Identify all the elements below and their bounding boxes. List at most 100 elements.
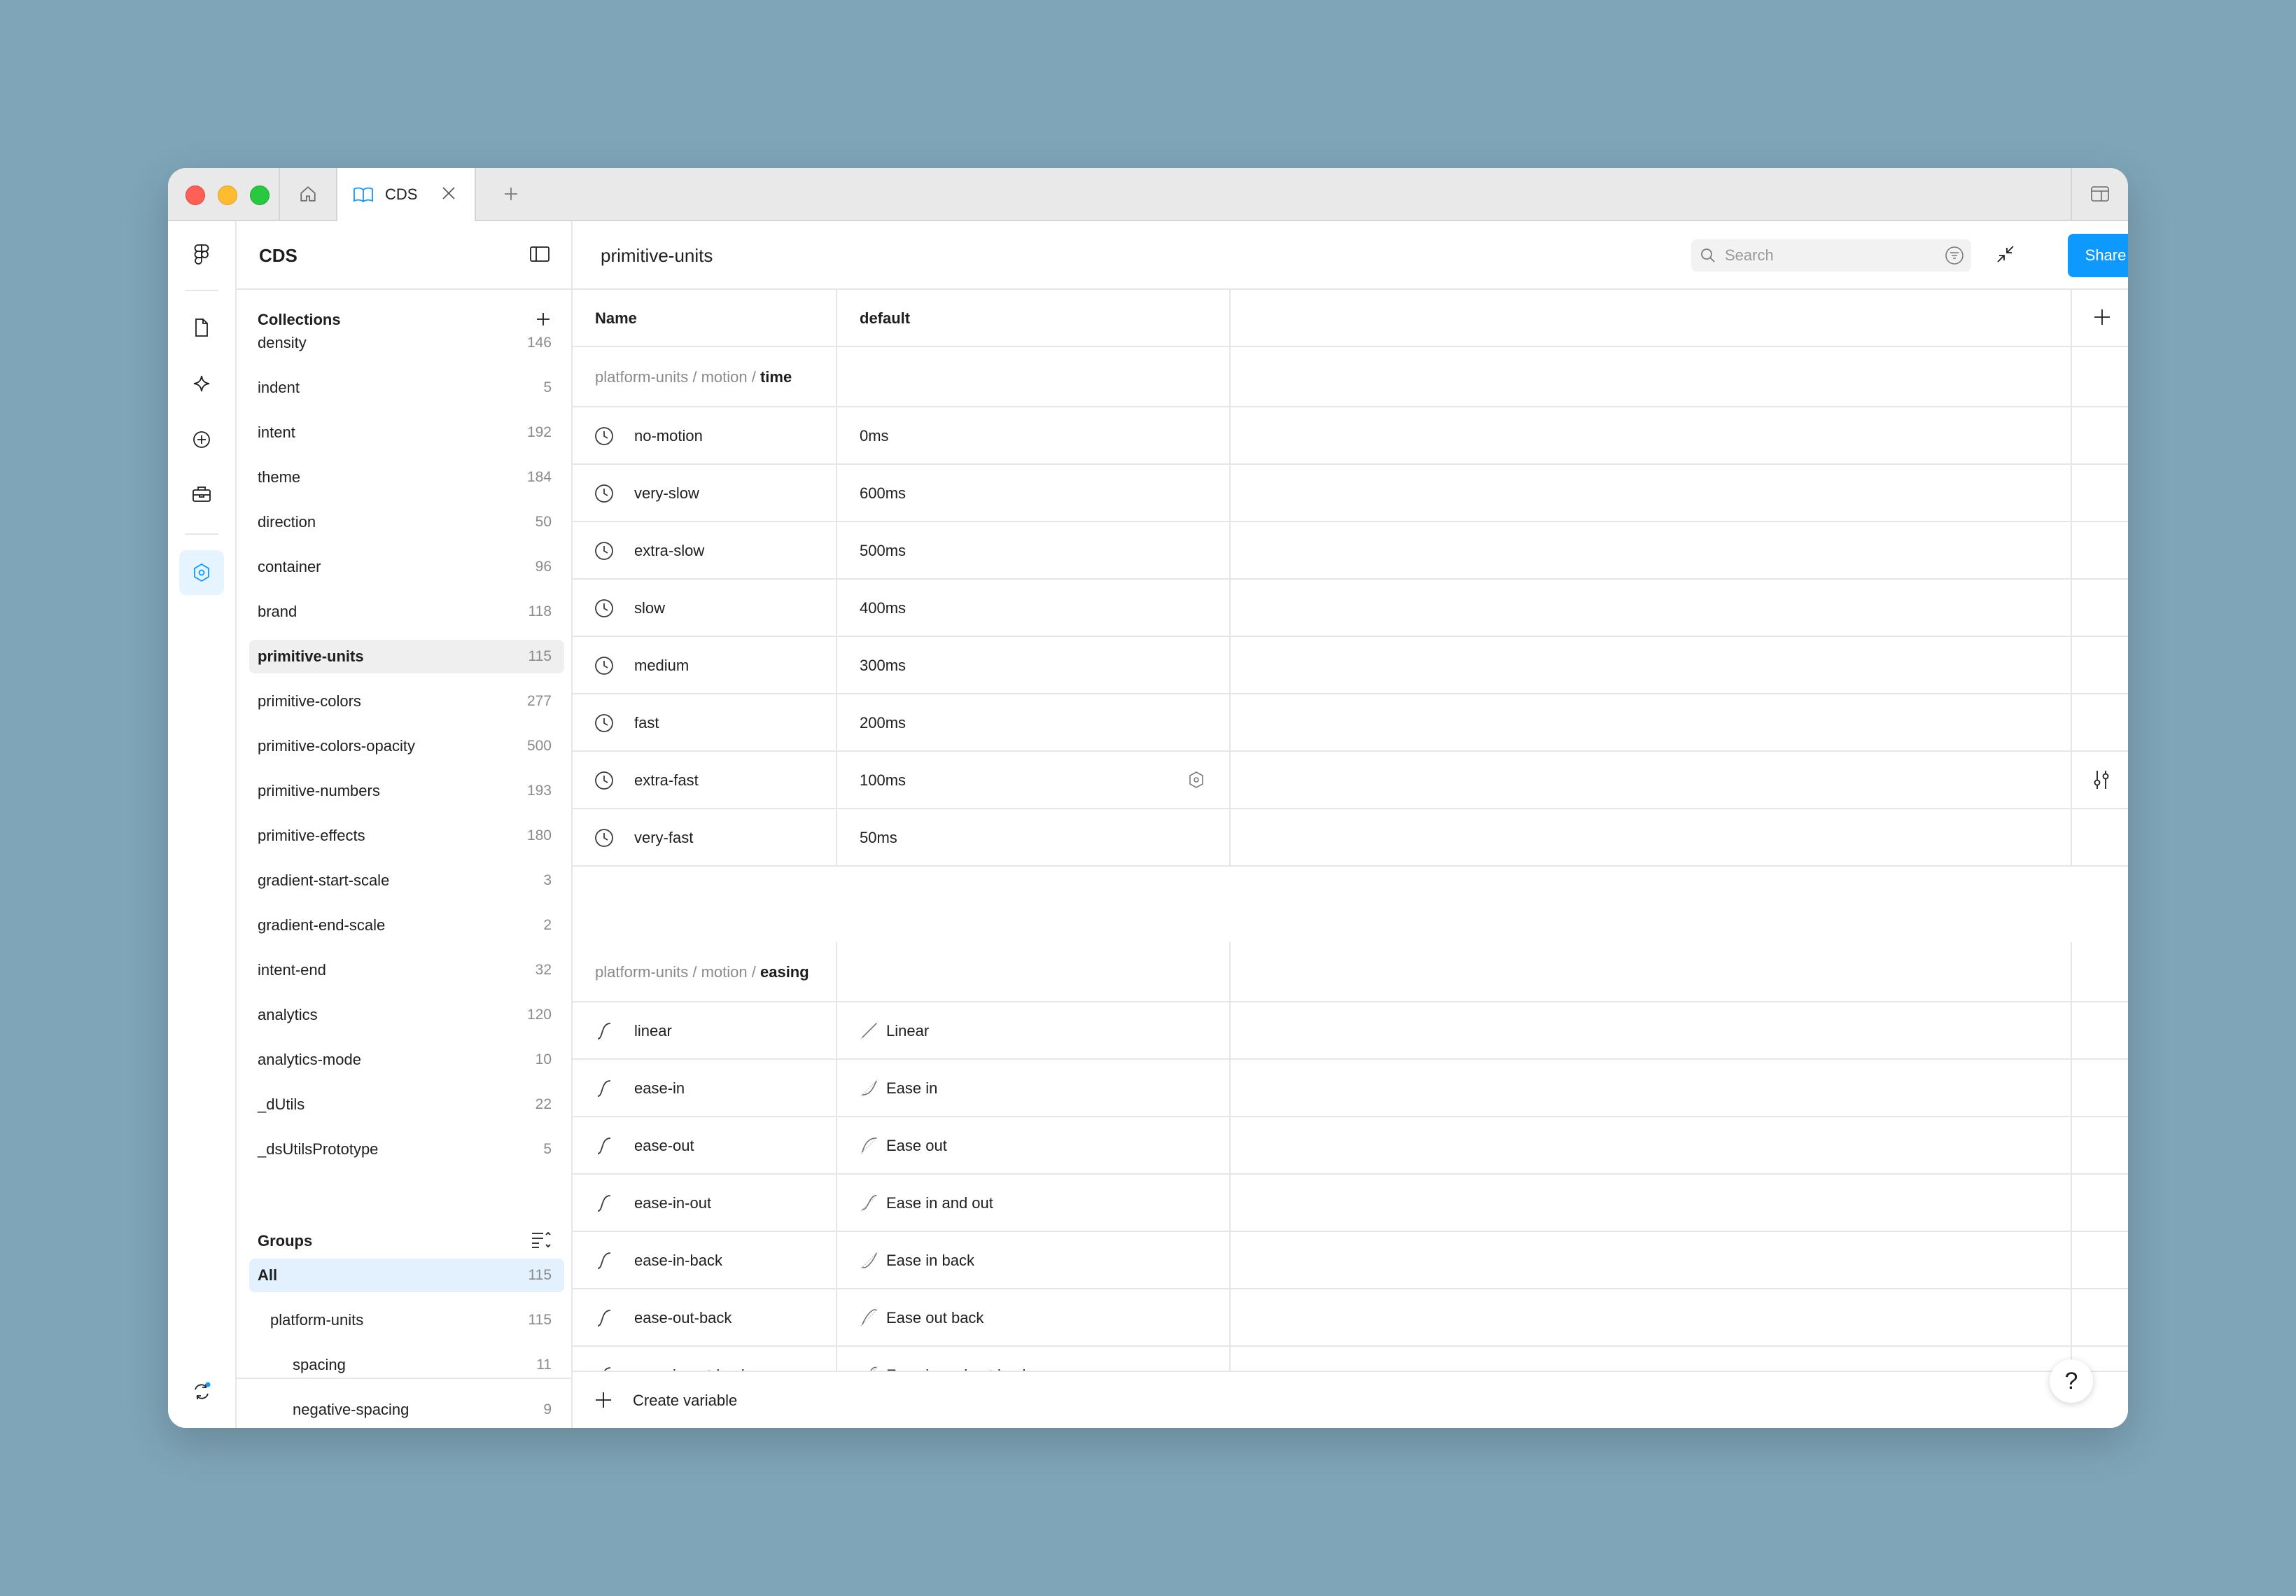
collection-item[interactable]: brand 118 [249,595,564,629]
variable-value[interactable]: 300ms [860,657,906,675]
table-row[interactable]: extra-slow 500ms [573,522,2128,580]
table-row[interactable]: very-fast 50ms [573,809,2128,867]
collection-item[interactable]: density 146 [249,326,564,360]
collection-count: 115 [528,648,552,664]
add-button[interactable] [179,417,224,462]
table-row[interactable]: medium 300ms [573,637,2128,694]
column-default-header[interactable]: default [860,309,910,328]
table-row[interactable]: linear Linear [573,1002,2128,1060]
collection-count: 192 [526,424,552,440]
table-row[interactable]: slow 400ms [573,580,2128,637]
sync-button[interactable] [179,1369,224,1414]
table-row[interactable]: ease-in-back Ease in back [573,1232,2128,1289]
variable-value[interactable]: Ease in back [886,1252,974,1270]
collapse-icon[interactable] [1994,242,2017,266]
variable-value[interactable]: 100ms [860,771,906,790]
table-row[interactable]: ease-out-back Ease out back [573,1289,2128,1347]
create-variable-button[interactable]: Create variable [633,1392,737,1410]
table-row-hovered[interactable]: extra-fast 100ms [573,752,2128,809]
collection-item[interactable]: direction 50 [249,505,564,539]
create-variable-bar[interactable]: Create variable [573,1371,2128,1428]
collection-item[interactable]: primitive-colors-opacity 500 [249,729,564,763]
collection-item[interactable]: gradient-start-scale 3 [249,864,564,897]
file-button[interactable] [179,305,224,350]
easing-curve-icon [597,1138,611,1154]
collection-count: 180 [526,827,552,844]
variable-name: fast [634,714,659,732]
title-bar: CDS [168,168,2128,221]
variable-name: ease-in-out [634,1194,712,1212]
collection-item[interactable]: primitive-effects 180 [249,819,564,853]
collection-count: 5 [543,379,552,396]
table-row[interactable]: fast 200ms [573,694,2128,752]
variables-button[interactable] [179,550,224,595]
collection-item[interactable]: intent 192 [249,416,564,449]
variable-value[interactable]: Ease in [886,1079,937,1098]
collection-item[interactable]: indent 5 [249,371,564,405]
minimize-window-button[interactable] [218,186,237,205]
variable-value[interactable]: 0ms [860,427,889,445]
collection-count: 146 [526,335,552,351]
table-row[interactable]: ease-out Ease out [573,1117,2128,1175]
collection-item[interactable]: analytics 120 [249,998,564,1032]
group-item[interactable]: platform-units 115 [249,1303,564,1337]
group-item[interactable]: negative-spacing 9 [249,1393,564,1427]
add-mode-icon[interactable] [2092,307,2113,328]
variable-value[interactable]: 500ms [860,542,906,560]
collection-item[interactable]: theme 184 [249,461,564,494]
search-box[interactable] [1691,239,1971,272]
variable-value[interactable]: 50ms [860,829,897,847]
search-input[interactable] [1723,246,1922,265]
collection-item-selected[interactable]: primitive-units 115 [249,640,564,673]
tab-cds[interactable]: CDS [337,168,475,221]
close-icon[interactable] [441,186,456,201]
add-collection-icon[interactable] [535,311,552,328]
filter-icon[interactable] [1945,246,1964,265]
table-row[interactable]: ease-in Ease in [573,1060,2128,1117]
assets-button[interactable] [179,361,224,406]
sort-groups-icon[interactable] [531,1231,552,1249]
variable-name: medium [634,657,690,674]
new-tab-button[interactable] [490,168,532,220]
collection-label: gradient-start-scale [258,872,390,889]
variable-value[interactable]: Ease in and out [886,1194,993,1212]
variable-value[interactable]: 400ms [860,599,906,617]
sidebar-toggle-icon[interactable] [529,245,550,263]
collection-item[interactable]: gradient-end-scale 2 [249,909,564,942]
collections-panel: CDS Collections density 146 indent 5 inten… [237,221,573,1428]
figma-menu-button[interactable] [179,232,224,277]
clock-icon [595,542,613,560]
variable-alias-icon[interactable] [1187,771,1205,789]
variable-value[interactable]: Ease out [886,1137,947,1155]
group-label: All [258,1266,278,1284]
table-row[interactable]: very-slow 600ms [573,465,2128,522]
collection-count: 32 [535,962,552,978]
variable-value[interactable]: 200ms [860,714,906,732]
share-button[interactable]: Share [2068,234,2128,277]
easing-curve-icon [597,1080,611,1097]
collection-item[interactable]: primitive-colors 277 [249,685,564,718]
collection-item[interactable]: primitive-numbers 193 [249,774,564,808]
collection-item[interactable]: analytics-mode 10 [249,1043,564,1077]
home-tab[interactable] [280,168,336,220]
app-window: CDS CDS Collections density 146 indent 5… [168,168,2128,1428]
close-window-button[interactable] [186,186,205,205]
group-item-all[interactable]: All 115 [249,1259,564,1292]
table-row[interactable]: ease-in-out Ease in and out [573,1175,2128,1232]
variable-value[interactable]: 600ms [860,484,906,503]
help-button[interactable]: ? [2050,1359,2093,1403]
group-item[interactable]: spacing 11 [249,1348,564,1382]
collection-item[interactable]: _dUtils 22 [249,1088,564,1121]
table-row[interactable]: no-motion 0ms [573,407,2128,465]
variable-value[interactable]: Linear [886,1022,929,1040]
plus-circle-icon [193,431,210,448]
edit-variable-icon[interactable] [2090,769,2113,791]
variable-name: ease-in [634,1079,685,1097]
collection-item[interactable]: container 96 [249,550,564,584]
variable-value[interactable]: Ease out back [886,1309,983,1327]
collection-item[interactable]: intent-end 32 [249,953,564,987]
sidebar-window-button[interactable] [2071,168,2128,220]
zoom-window-button[interactable] [250,186,270,205]
collection-item[interactable]: _dsUtilsPrototype 5 [249,1133,564,1166]
toolbox-button[interactable] [179,472,224,517]
